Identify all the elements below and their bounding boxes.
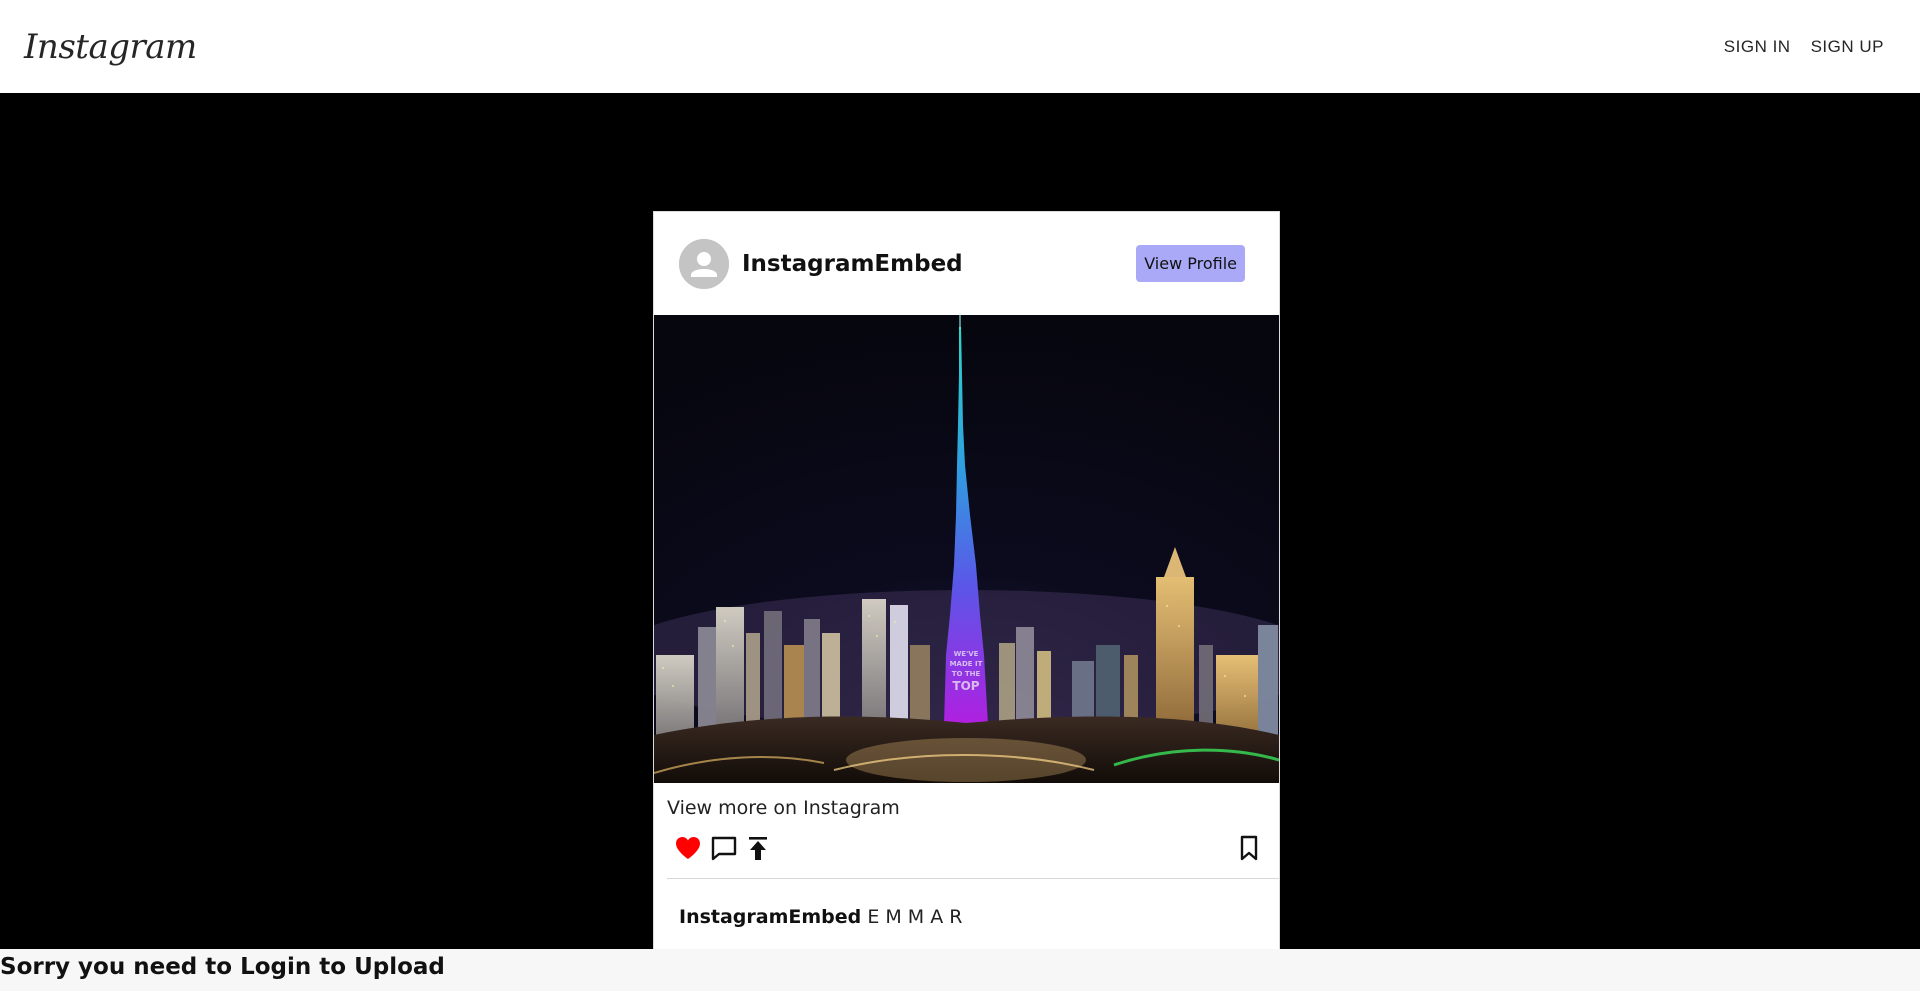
view-profile-button[interactable]: View Profile xyxy=(1136,245,1245,282)
heart-icon[interactable] xyxy=(674,834,702,862)
caption-username[interactable]: InstagramEmbed xyxy=(679,906,861,928)
post-header: InstagramEmbed View Profile xyxy=(654,212,1279,315)
footer-bar: Sorry you need to Login to Upload xyxy=(0,949,1920,991)
tower-text-line3: TO THE xyxy=(952,670,981,678)
user-silhouette-icon xyxy=(679,238,729,289)
instagram-logo[interactable]: Instagram xyxy=(24,27,197,67)
instagram-embed-card: InstagramEmbed View Profile WE'VE MADE I… xyxy=(653,211,1280,960)
top-navbar: Instagram SIGN IN SIGN UP xyxy=(0,0,1920,93)
post-image[interactable]: WE'VE MADE IT TO THE TOP xyxy=(654,315,1279,783)
tower-text-line1: WE'VE xyxy=(954,650,979,658)
post-username[interactable]: InstagramEmbed xyxy=(742,251,1136,277)
divider xyxy=(667,878,1279,879)
bookmark-icon[interactable] xyxy=(1235,834,1263,862)
comment-icon[interactable] xyxy=(710,834,738,862)
avatar[interactable] xyxy=(679,238,729,289)
tower-text-line2: MADE IT xyxy=(950,660,983,668)
tower-text-line4: TOP xyxy=(952,679,979,693)
main-stage: InstagramEmbed View Profile WE'VE MADE I… xyxy=(0,93,1920,960)
auth-nav: SIGN IN SIGN UP xyxy=(1724,37,1884,57)
view-more-link[interactable]: View more on Instagram xyxy=(667,797,900,819)
sign-up-link[interactable]: SIGN UP xyxy=(1811,37,1884,57)
post-caption: InstagramEmbed E M M A R xyxy=(679,906,962,928)
post-actions xyxy=(674,834,1264,864)
sign-in-link[interactable]: SIGN IN xyxy=(1724,37,1791,57)
login-required-message: Sorry you need to Login to Upload xyxy=(0,954,445,980)
caption-text: E M M A R xyxy=(867,906,963,928)
share-icon[interactable] xyxy=(744,834,772,862)
